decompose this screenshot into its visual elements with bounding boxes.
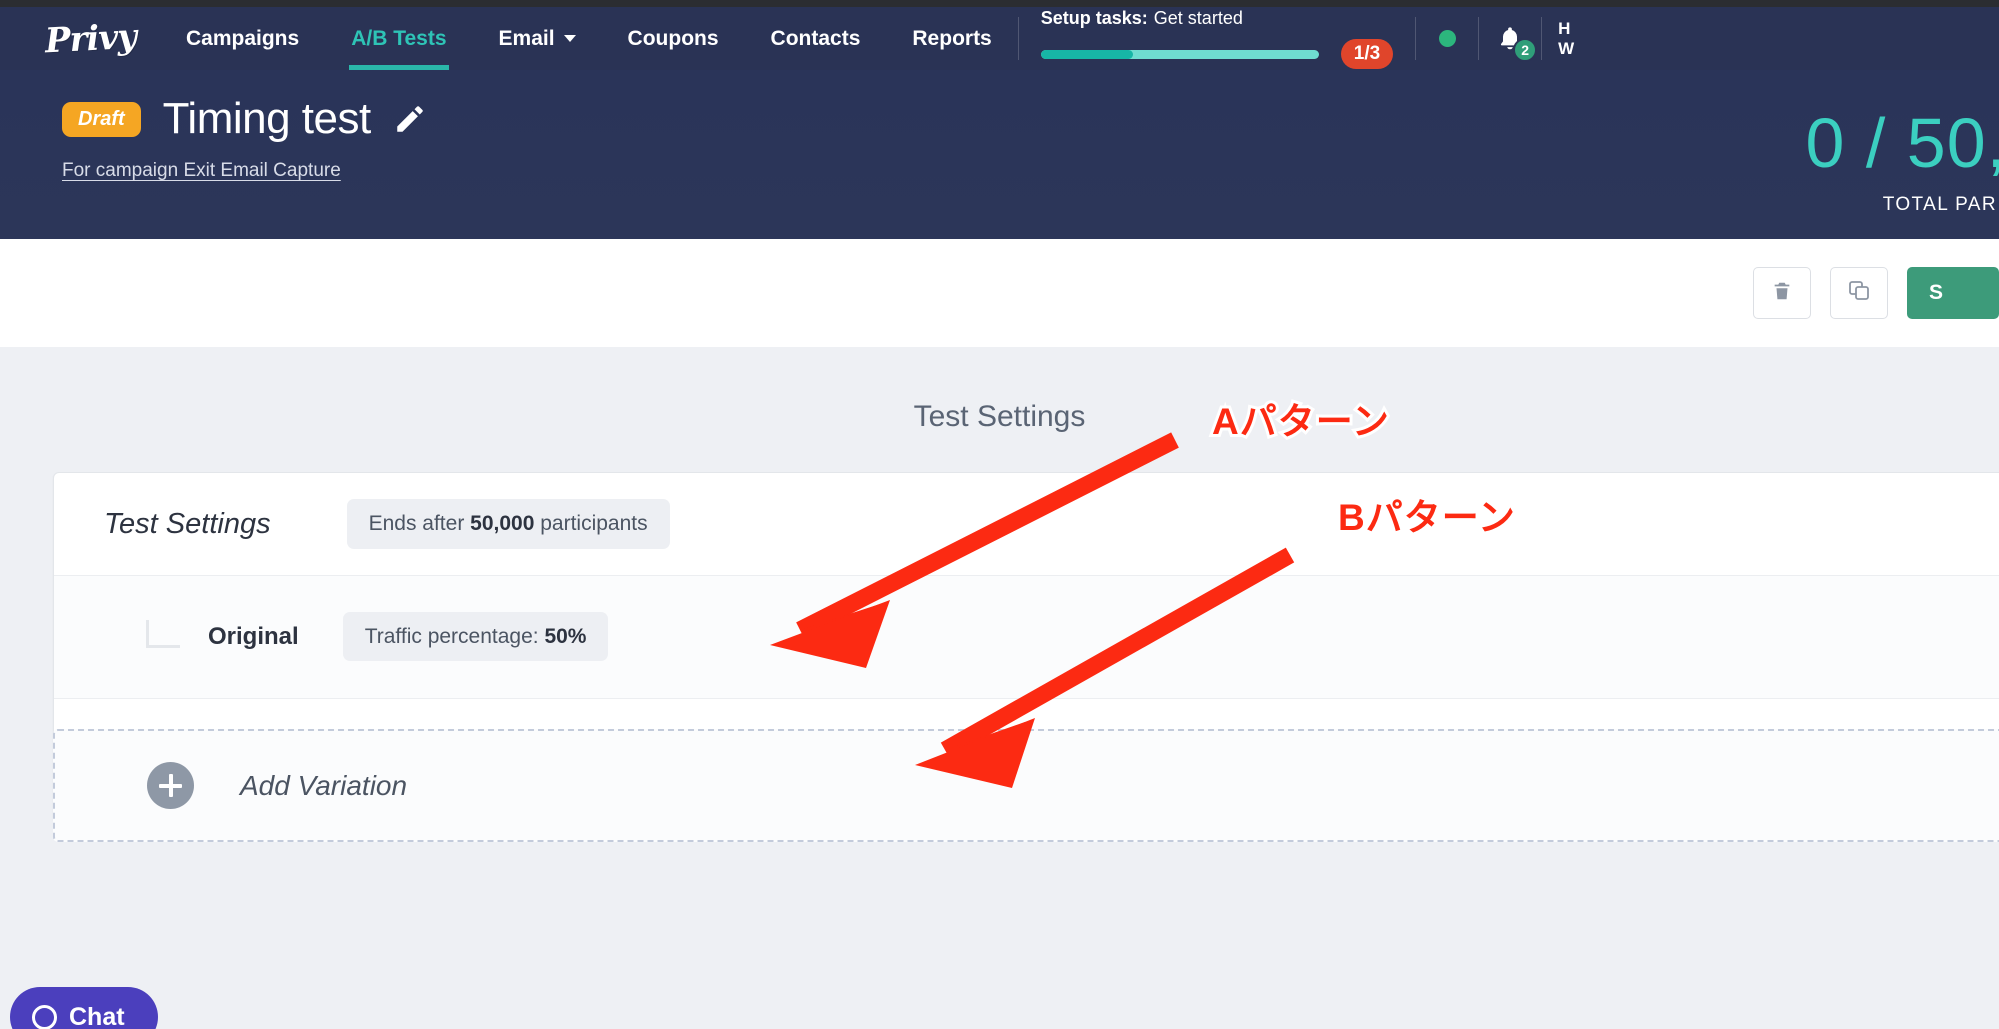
nav-label: Reports [912, 26, 992, 50]
nav-item-email[interactable]: Email [473, 7, 602, 70]
setup-tasks-heading: Setup tasks: Get started [1041, 8, 1393, 29]
edit-title-pencil-icon[interactable] [393, 102, 427, 136]
ends-after-value: 50,000 [470, 512, 535, 535]
card-header: Test Settings Ends after 50,000 particip… [54, 473, 1999, 576]
nav-item-ab-tests[interactable]: A/B Tests [325, 7, 472, 70]
traffic-percentage-pill[interactable]: Traffic percentage: 50% [342, 612, 609, 661]
table-row: Original Traffic percentage: 50% [54, 576, 1999, 699]
save-button[interactable]: S [1907, 267, 1999, 319]
notifications-badge: 2 [1513, 37, 1538, 62]
page-header: Draft Timing test For campaign Exit Emai… [0, 70, 1999, 239]
setup-tasks-widget[interactable]: Setup tasks: Get started 1/3 [1019, 7, 1415, 70]
duplicate-button[interactable] [1830, 267, 1888, 319]
nav-item-contacts[interactable]: Contacts [745, 7, 887, 70]
page-header-left: Draft Timing test For campaign Exit Emai… [0, 94, 427, 182]
section-caption: Test Settings [913, 400, 1086, 433]
page-title: Timing test [162, 94, 372, 143]
setup-tasks-sublabel: Get started [1153, 8, 1243, 28]
setup-tasks-label: Setup tasks: [1040, 8, 1148, 28]
browser-chrome-strip [0, 0, 1999, 7]
add-variation-label: Add Variation [240, 769, 408, 801]
nav-item-reports[interactable]: Reports [886, 7, 1017, 70]
add-variation-button[interactable]: Add Variation [53, 729, 1999, 842]
traffic-prefix: Traffic percentage: [364, 625, 545, 648]
setup-progress-badge: 1/3 [1340, 39, 1394, 69]
user-menu-line1: H [1558, 18, 1571, 38]
chevron-down-icon [563, 35, 576, 42]
user-menu-line2: W [1558, 38, 1575, 58]
nav-item-campaigns[interactable]: Campaigns [160, 7, 325, 70]
campaign-link[interactable]: For campaign Exit Email Capture [62, 160, 427, 182]
tree-connector-icon [146, 620, 180, 648]
chat-widget-button[interactable]: Chat [10, 987, 158, 1029]
status-indicator[interactable] [1416, 7, 1478, 70]
traffic-pill-wrap: Traffic percentage: 50% [342, 612, 609, 661]
card-title: Test Settings [104, 507, 271, 540]
plus-icon [147, 762, 194, 809]
page-title-row: Draft Timing test [62, 94, 427, 144]
trash-icon [1771, 280, 1793, 307]
copy-icon [1847, 279, 1871, 308]
setup-progress-row: 1/3 [1040, 39, 1394, 69]
notifications-button[interactable]: 2 [1479, 7, 1541, 70]
app-screen: Privy Campaigns A/B Tests Email Coupons … [0, 0, 1999, 1029]
status-badge: Draft [62, 101, 141, 137]
bell-icon: 2 [1493, 22, 1538, 62]
page-body: Test Settings Test Settings Ends after 5… [0, 347, 1999, 1029]
save-button-label: S [1929, 281, 1944, 304]
brand-logo[interactable]: Privy [0, 7, 160, 70]
brand-logo-text: Privy [43, 16, 137, 61]
total-participants-caption: TOTAL PAR [1882, 194, 1997, 215]
total-participants-count: 0 / 50,0 [1805, 104, 1999, 182]
ends-after-suffix: participants [534, 512, 648, 535]
nav-label: Campaigns [186, 26, 300, 50]
nav-label: Coupons [627, 26, 719, 50]
setup-progress-bar [1040, 49, 1319, 59]
nav-item-coupons[interactable]: Coupons [602, 7, 745, 70]
chat-bubble-icon [32, 1004, 57, 1029]
delete-button[interactable] [1753, 267, 1811, 319]
nav-links: Campaigns A/B Tests Email Coupons Contac… [160, 7, 1018, 70]
setup-progress-fill [1040, 49, 1134, 59]
nav-label: Contacts [770, 26, 861, 50]
ends-after-prefix: Ends after [368, 512, 471, 535]
main-navigation-bar: Privy Campaigns A/B Tests Email Coupons … [0, 7, 1999, 70]
chat-widget-label: Chat [69, 1002, 125, 1029]
user-menu[interactable]: H W [1542, 7, 1582, 70]
ends-after-pill[interactable]: Ends after 50,000 participants [346, 499, 670, 549]
action-toolbar: S [0, 239, 1999, 347]
online-status-dot [1438, 30, 1456, 47]
nav-label: Email [498, 26, 555, 50]
page-header-right: 0 / 50,0 TOTAL PAR [1805, 108, 1999, 216]
nav-label: A/B Tests [351, 26, 447, 50]
traffic-value: 50% [544, 625, 587, 648]
variation-name: Original [208, 623, 299, 650]
